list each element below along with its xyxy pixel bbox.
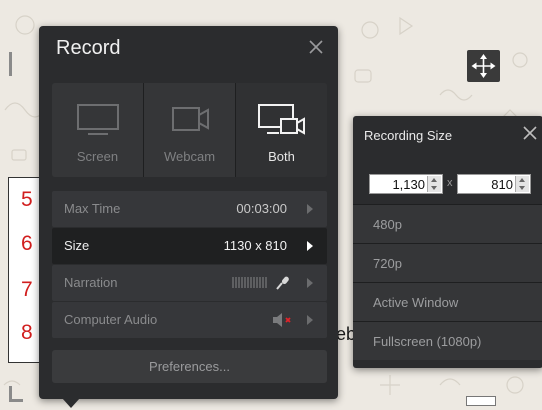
step-number-6: 6	[21, 232, 33, 255]
mode-webcam-button[interactable]: Webcam	[144, 83, 236, 177]
mode-both-label: Both	[268, 149, 295, 164]
size-option-480p[interactable]: 480p	[353, 204, 542, 243]
width-input[interactable]: 1,130	[369, 174, 443, 194]
mode-webcam-label: Webcam	[163, 149, 216, 164]
speaker-muted-icon	[273, 313, 291, 327]
recording-size-title: Recording Size	[364, 128, 453, 143]
height-spinner[interactable]	[515, 176, 529, 192]
preferences-button[interactable]: Preferences...	[52, 350, 327, 383]
move-frame-button[interactable]	[467, 50, 500, 82]
mode-screen-button[interactable]: Screen	[52, 83, 144, 177]
size-option-label: Fullscreen (1080p)	[373, 334, 482, 349]
size-separator: x	[447, 177, 453, 189]
record-panel: Record Screen Webcam Both Max Time 00:03…	[39, 26, 338, 399]
setting-label: Size	[64, 238, 90, 253]
chevron-right-icon	[307, 204, 313, 214]
frame-corner-bottom-left-h[interactable]	[9, 399, 23, 402]
capture-mode-selector: Screen Webcam Both	[52, 83, 327, 177]
record-panel-title: Record	[56, 37, 121, 59]
frame-handle-left[interactable]	[9, 52, 12, 76]
step-number-7: 7	[21, 278, 33, 301]
height-value: 810	[491, 177, 513, 192]
move-arrows-icon	[471, 54, 496, 78]
step-number-panel: 5 6 7 8	[8, 177, 40, 363]
size-option-label: Active Window	[373, 295, 459, 310]
setting-size[interactable]: Size 1130 x 810	[52, 228, 327, 264]
mic-level-meter	[232, 277, 267, 288]
record-close-button[interactable]	[308, 39, 324, 55]
record-settings-list: Max Time 00:03:00 Size 1130 x 810 Narrat…	[52, 191, 327, 339]
size-option-active-window[interactable]: Active Window	[353, 282, 542, 321]
close-icon	[309, 40, 323, 54]
recording-size-close-button[interactable]	[523, 126, 537, 140]
size-flyout-pointer	[327, 237, 337, 257]
width-spinner[interactable]	[427, 176, 441, 192]
step-number-8: 8	[21, 321, 33, 344]
setting-value: 00:03:00	[236, 201, 287, 216]
chevron-right-icon	[307, 278, 313, 288]
setting-label: Computer Audio	[64, 312, 158, 327]
height-input[interactable]: 810	[457, 174, 531, 194]
setting-max-time[interactable]: Max Time 00:03:00	[52, 191, 327, 227]
mode-both-button[interactable]: Both	[236, 83, 327, 177]
chevron-right-icon	[307, 241, 313, 251]
chevron-right-icon	[307, 315, 313, 325]
setting-label: Max Time	[64, 201, 121, 216]
setting-label: Narration	[64, 275, 118, 290]
mode-screen-label: Screen	[76, 149, 119, 164]
monitor-icon	[76, 104, 119, 135]
size-option-fullscreen[interactable]: Fullscreen (1080p)	[353, 321, 542, 360]
width-value: 1,130	[392, 177, 425, 192]
recording-size-panel: Recording Size 1,130 x 810 480p 720p Act…	[353, 116, 542, 368]
setting-value: 1130 x 810	[223, 238, 287, 253]
setting-narration[interactable]: Narration	[52, 265, 327, 301]
size-preset-list: 480p 720p Active Window Fullscreen (1080…	[353, 204, 542, 360]
size-option-label: 480p	[373, 217, 402, 232]
size-option-label: 720p	[373, 256, 402, 271]
step-number-5: 5	[21, 188, 33, 211]
close-icon	[523, 126, 537, 140]
webcam-icon	[171, 107, 209, 131]
screen-and-webcam-icon	[257, 104, 305, 135]
frame-handle-bottom[interactable]	[466, 396, 496, 406]
setting-computer-audio[interactable]: Computer Audio	[52, 302, 327, 338]
record-panel-pointer	[62, 398, 80, 408]
microphone-icon	[276, 276, 289, 290]
size-option-720p[interactable]: 720p	[353, 243, 542, 282]
